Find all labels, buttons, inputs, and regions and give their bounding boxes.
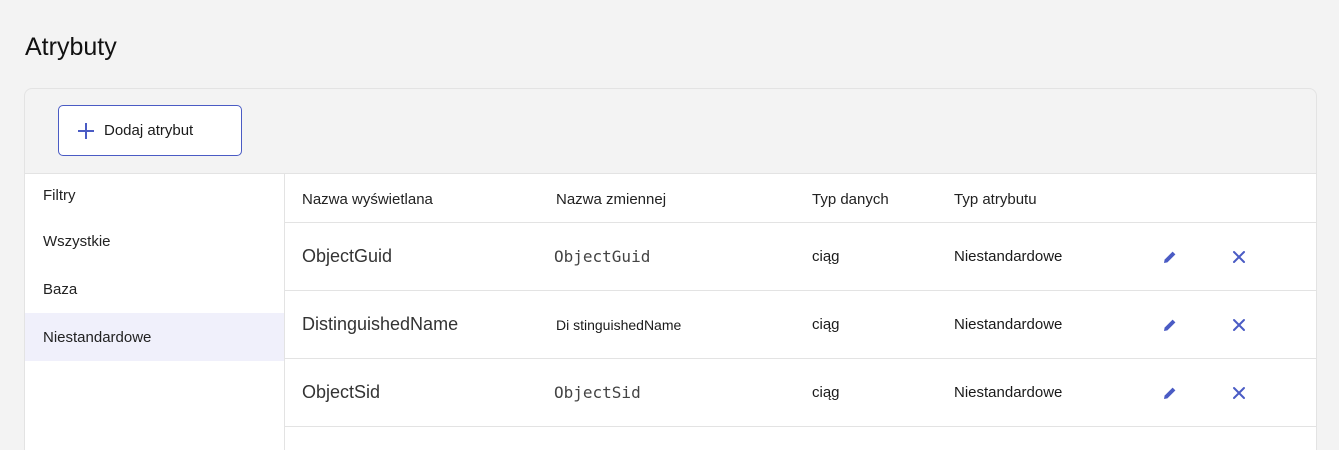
display-name-cell: ObjectGuid xyxy=(302,246,393,266)
filters-heading: Filtry xyxy=(43,187,76,204)
close-icon[interactable] xyxy=(1229,383,1249,403)
attribute-type-cell: Niestandardowe xyxy=(954,316,1063,333)
data-type-cell: ciąg xyxy=(812,384,840,401)
column-header-data-type[interactable]: Typ danych xyxy=(812,191,889,208)
add-attribute-label: Dodaj atrybut xyxy=(104,122,194,139)
toolbar: Dodaj atrybut xyxy=(25,89,1316,173)
pencil-icon[interactable] xyxy=(1160,383,1180,403)
table-row: ObjectGuid ObjectGuid ciąg Niestandardow… xyxy=(285,223,1317,291)
column-header-variable-name[interactable]: Nazwa zmiennej xyxy=(556,191,666,208)
table-header: Nazwa wyświetlana Nazwa zmiennej Typ dan… xyxy=(285,174,1317,223)
display-name-cell: DistinguishedName xyxy=(302,314,459,334)
close-icon[interactable] xyxy=(1229,315,1249,335)
attribute-type-cell: Niestandardowe xyxy=(954,384,1063,401)
plus-icon xyxy=(78,122,94,139)
display-name-cell: ObjectSid xyxy=(302,382,381,402)
table-row: DistinguishedName Di stinguishedName cią… xyxy=(285,291,1317,359)
variable-name-cell: ObjectSid xyxy=(554,383,641,402)
data-type-cell: ciąg xyxy=(812,316,840,333)
attributes-card: Dodaj atrybut Filtry Wszystkie Baza Nies… xyxy=(24,88,1317,450)
content-area: Filtry Wszystkie Baza Niestandardowe Naz… xyxy=(25,173,1317,450)
pencil-icon[interactable] xyxy=(1160,315,1180,335)
pencil-icon[interactable] xyxy=(1160,247,1180,267)
filter-item-base[interactable]: Baza xyxy=(25,265,284,313)
filter-item-all[interactable]: Wszystkie xyxy=(25,217,284,265)
data-type-cell: ciąg xyxy=(812,248,840,265)
attribute-type-cell: Niestandardowe xyxy=(954,248,1063,265)
filter-item-custom[interactable]: Niestandardowe xyxy=(25,313,284,361)
add-attribute-button[interactable]: Dodaj atrybut xyxy=(58,105,242,156)
page-title: Atrybuty xyxy=(25,33,117,61)
variable-name-cell: Di stinguishedName xyxy=(556,316,682,333)
attributes-table: Nazwa wyświetlana Nazwa zmiennej Typ dan… xyxy=(285,174,1317,450)
table-row: ObjectSid ObjectSid ciąg Niestandardowe xyxy=(285,359,1317,427)
column-header-display-name[interactable]: Nazwa wyświetlana xyxy=(302,191,433,208)
close-icon[interactable] xyxy=(1229,247,1249,267)
variable-name-cell: ObjectGuid xyxy=(554,247,651,266)
column-header-attribute-type[interactable]: Typ atrybutu xyxy=(954,191,1037,208)
filter-sidebar: Filtry Wszystkie Baza Niestandardowe xyxy=(25,174,285,450)
